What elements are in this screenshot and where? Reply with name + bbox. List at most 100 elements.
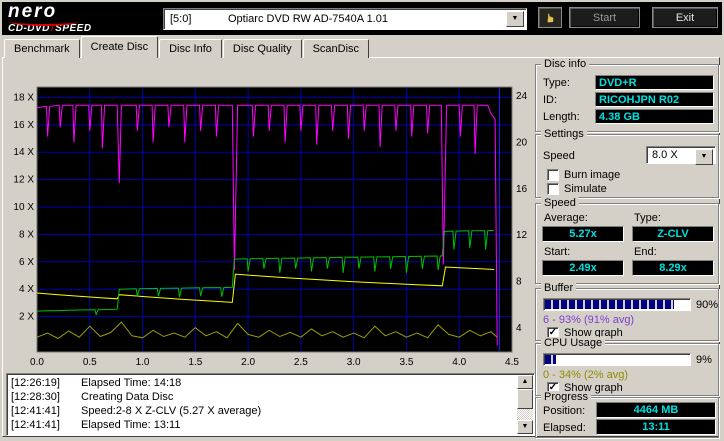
cpu-percent: 9% [696,354,712,366]
buffer-percent: 90% [696,299,719,311]
position-label: Position: [543,405,586,417]
log-entry-text: Creating Data Disc [81,391,174,403]
tab-disc-quality[interactable]: Disc Quality [222,39,302,58]
status-log-lines: [12:26:19] Elapsed Time: 14:18 [12:28:30]… [9,376,516,433]
eject-button[interactable]: ☛ [538,7,562,28]
simulate-checkbox[interactable] [547,183,559,195]
buffer-group: Buffer 90% 6 - 93% (91% avg) ✓ Show grap… [535,282,719,341]
log-entry: [12:41:41] Elapsed Time: 13:11 [9,418,516,432]
svg-text:18 X: 18 X [13,92,34,103]
drive-bus: [5:0] [170,13,192,25]
svg-text:3.5: 3.5 [399,357,413,368]
log-entry-time: [12:26:19] [11,377,60,389]
log-entry: [12:41:41] Speed:2-8 X Z-CLV (5.27 X aver… [9,404,516,418]
average-label: Average: [544,212,588,224]
tab-disc-info[interactable]: Disc Info [159,39,222,58]
app-window: nero CD-DVD/SPEED [5:0] Optiarc DVD RW A… [0,0,724,441]
speed-group: Speed Average: Type: 5.27x Z-CLV Start: … [535,197,719,284]
svg-text:20: 20 [516,137,528,148]
svg-text:4: 4 [516,323,522,334]
settings-title: Settings [541,128,587,141]
speed-select[interactable]: 8.0 X ▼ [646,146,716,165]
cpu-usage-group: CPU Usage 9% 0 - 34% (2% avg) ✓ Show gra… [535,337,719,396]
start-button[interactable]: Start [569,7,640,28]
status-log[interactable]: [12:26:19] Elapsed Time: 14:18 [12:28:30]… [6,373,535,436]
scrollbar-down-button[interactable]: ▼ [517,420,533,434]
buffer-title: Buffer [541,282,577,295]
svg-text:0.5: 0.5 [83,357,97,368]
disc-id-value: RICOHJPN R02 [595,92,714,107]
disc-info-group: Disc info Type: DVD+R ID: RICOHJPN R02 L… [535,58,719,132]
start-value: 2.49x [542,260,624,276]
burn-image-label: Burn image [564,169,621,181]
svg-text:10 X: 10 X [13,202,34,213]
titlebar: nero CD-DVD/SPEED [5:0] Optiarc DVD RW A… [2,2,722,35]
svg-text:16 X: 16 X [13,120,34,131]
speed-title: Speed [541,197,579,210]
log-entry-text: Elapsed Time: 13:11 [81,419,181,431]
svg-text:12 X: 12 X [13,175,34,186]
logo-swoosh-icon [9,17,79,26]
tab-bar: Benchmark Create Disc Disc Info Disc Qualit… [4,36,370,58]
cpu-usage-title: CPU Usage [541,337,606,350]
type-label: Type: [634,212,661,224]
hand-icon: ☛ [542,12,557,23]
log-entry-time: [12:41:41] [11,405,60,417]
cpu-range-text: 0 - 34% (2% avg) [543,369,628,381]
tab-create-disc[interactable]: Create Disc [80,36,159,58]
svg-text:2.5: 2.5 [294,357,308,368]
burn-image-checkbox[interactable] [547,169,559,181]
nero-logo: nero CD-DVD/SPEED [8,2,148,34]
svg-text:4.0: 4.0 [452,357,466,368]
cpu-bar [543,353,691,366]
disc-id-label: ID: [543,94,558,106]
create-disc-page: 0.0 0.5 1.0 1.5 2.0 2.5 3.0 3.5 4.0 4.5 2 X 4 X 6 X 8… [2,57,720,438]
drive-select[interactable]: [5:0] Optiarc DVD RW AD-7540A 1.01 ▼ [163,8,527,30]
disc-info-title: Disc info [541,58,590,71]
disc-type-value: DVD+R [595,75,714,90]
svg-text:24: 24 [516,91,528,102]
end-label: End: [634,246,657,258]
svg-text:4 X: 4 X [19,284,34,295]
elapsed-label: Elapsed: [543,422,586,434]
svg-text:2 X: 2 X [19,312,34,323]
disc-type-label: Type: [543,77,570,89]
svg-text:4.5: 4.5 [505,357,519,368]
log-entry-text: Speed:2-8 X Z-CLV (5.27 X average) [81,405,262,417]
svg-text:8: 8 [516,277,522,288]
chevron-down-icon[interactable]: ▼ [695,149,713,165]
write-speed-chart: 0.0 0.5 1.0 1.5 2.0 2.5 3.0 3.5 4.0 4.5 2 X 4 X 6 X 8… [13,86,528,368]
tab-benchmark[interactable]: Benchmark [4,39,80,58]
svg-text:12: 12 [516,230,528,241]
buffer-bar [543,298,691,311]
position-value: 4464 MB [596,402,716,418]
buffer-range-text: 6 - 93% (91% avg) [543,314,635,326]
log-entry-text: Elapsed Time: 14:18 [81,377,182,389]
log-entry-time: [12:28:30] [11,391,60,403]
svg-text:2.0: 2.0 [241,357,255,368]
speed-select-value: 8.0 X [652,149,678,161]
chevron-down-icon[interactable]: ▼ [506,11,524,27]
buffer-bar-fill [545,300,675,309]
elapsed-value: 13:11 [596,419,716,435]
log-entry: [12:28:30] Creating Data Disc [9,390,516,404]
drive-name: Optiarc DVD RW AD-7540A 1.01 [228,13,388,25]
progress-title: Progress [541,391,592,404]
svg-text:0.0: 0.0 [30,357,44,368]
exit-button[interactable]: Exit [652,7,718,28]
scrollbar-up-button[interactable]: ▲ [517,375,533,389]
svg-text:14 X: 14 X [13,147,34,158]
svg-text:6 X: 6 X [19,257,34,268]
scrollbar-thumb[interactable] [517,389,533,409]
tab-scandisc[interactable]: ScanDisc [302,39,370,58]
settings-group: Settings Speed 8.0 X ▼ Burn image Simula… [535,128,719,198]
simulate-label: Simulate [564,183,607,195]
svg-text:1.0: 1.0 [136,357,150,368]
speed-select-label: Speed [543,150,575,162]
scrollbar-track[interactable]: ▲ ▼ [517,375,533,434]
log-entry: [12:26:19] Elapsed Time: 14:18 [9,376,516,390]
start-label: Start: [544,246,571,258]
type-value: Z-CLV [632,226,714,242]
svg-text:16: 16 [516,184,528,195]
disc-length-label: Length: [543,111,580,123]
